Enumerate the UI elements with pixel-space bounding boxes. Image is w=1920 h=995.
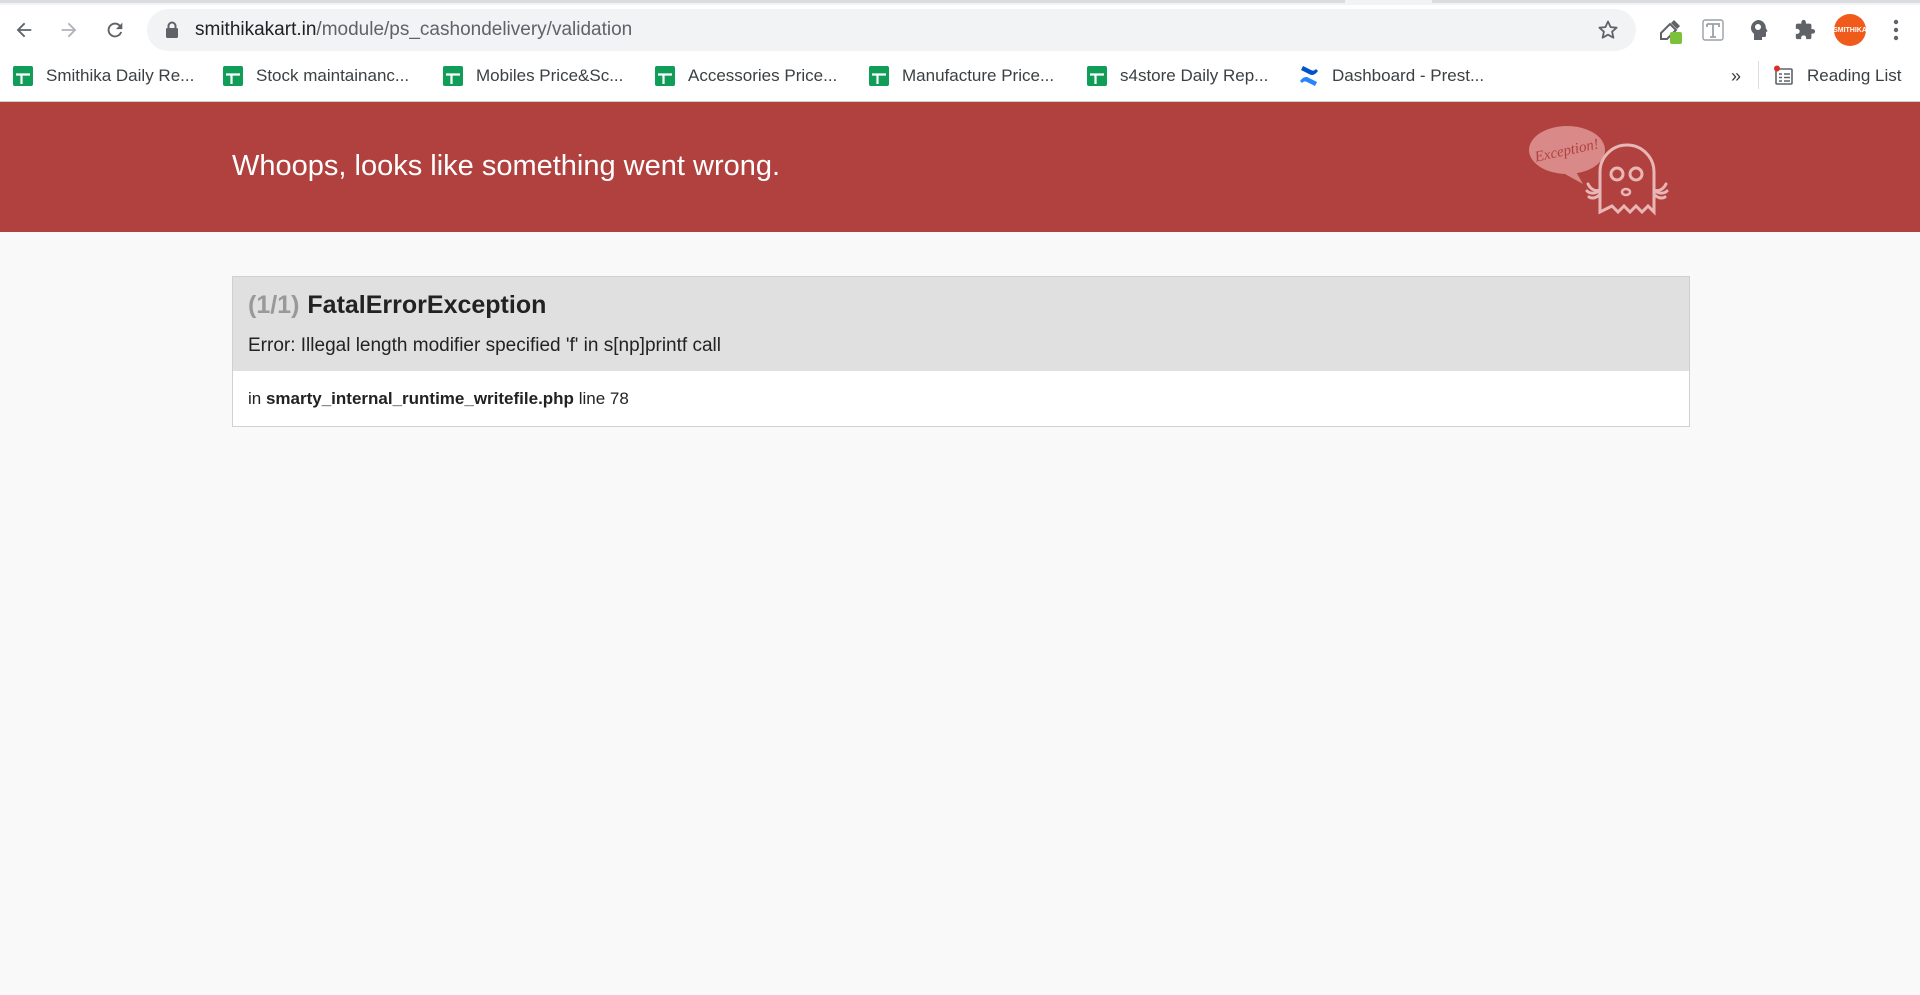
reload-button[interactable]	[99, 14, 131, 46]
sheets-icon	[13, 66, 33, 86]
bookmark-item[interactable]: s4store Daily Rep...	[1086, 63, 1268, 89]
bookmark-label: s4store Daily Rep...	[1120, 66, 1269, 85]
bookmark-item[interactable]: Accessories Price...	[654, 63, 837, 89]
head-profile-icon	[1751, 20, 1768, 40]
sheets-icon	[223, 66, 243, 86]
bookmark-item[interactable]: Mobiles Price&Sc...	[442, 63, 623, 89]
bookmark-star-icon[interactable]	[1596, 18, 1620, 42]
reading-list-icon	[1774, 65, 1793, 85]
bookmarks-overflow-button[interactable]: »	[1731, 63, 1741, 89]
bookmark-label: Smithika Daily Re...	[46, 66, 195, 85]
bookmark-item[interactable]: Stock maintainanc...	[222, 63, 409, 89]
sheets-icon	[1087, 66, 1107, 86]
url-text[interactable]: smithikakart.in/module/ps_cashondelivery…	[195, 19, 632, 41]
exception-panel: (1/1) FatalErrorException Error: Illegal …	[232, 276, 1690, 427]
bookmark-label: Mobiles Price&Sc...	[476, 66, 624, 85]
lock-icon	[166, 21, 178, 38]
bookmark-label: Stock maintainanc...	[256, 66, 410, 85]
exception-location: in smarty_internal_runtime_writefile.php…	[248, 389, 629, 409]
bookmark-item[interactable]: Dashboard - Prest...	[1298, 63, 1484, 89]
back-button[interactable]	[8, 14, 40, 46]
text-extension-button[interactable]	[1697, 14, 1729, 46]
sheets-icon	[443, 66, 463, 86]
confluence-icon	[1300, 66, 1318, 86]
bookmark-label: Accessories Price...	[688, 66, 838, 85]
exception-message: Error: Illegal length modifier specified…	[248, 335, 721, 356]
banner-title: Whoops, looks like something went wrong.	[232, 150, 781, 182]
bookmark-label: Manufacture Price...	[902, 66, 1055, 85]
exception-file: smarty_internal_runtime_writefile.php	[265, 389, 574, 408]
url-host: smithikakart.in	[195, 19, 317, 40]
bookmarks-divider	[1758, 61, 1759, 89]
bookmark-label: Dashboard - Prest...	[1332, 66, 1485, 85]
location-prefix: in	[248, 389, 262, 408]
exception-count: (1/1)	[248, 291, 300, 319]
reading-list-button[interactable]: Reading List	[1773, 63, 1902, 89]
arrow-left-icon	[16, 22, 32, 38]
reload-icon	[107, 22, 123, 38]
bookmark-item[interactable]: Manufacture Price...	[868, 63, 1054, 89]
forward-button[interactable]	[53, 14, 85, 46]
browser-menu-button[interactable]	[1880, 14, 1912, 46]
bookmarks-bar: Smithika Daily Re... Stock maintainanc..…	[0, 57, 1920, 91]
tab-strip	[0, 0, 1920, 5]
kebab-menu-icon	[1893, 19, 1899, 41]
url-path: /module/ps_cashondelivery/validation	[316, 19, 633, 40]
exception-ghost-logo: Exception!	[1529, 126, 1669, 216]
eyedropper-icon	[1660, 20, 1682, 44]
arrow-right-icon	[61, 22, 77, 38]
eyedropper-extension-button[interactable]	[1654, 14, 1686, 46]
address-bar[interactable]: smithikakart.in/module/ps_cashondelivery…	[147, 9, 1636, 51]
brain-extension-button[interactable]	[1743, 14, 1775, 46]
profile-avatar[interactable]: SMITHIKA	[1833, 14, 1867, 46]
reading-list-label: Reading List	[1807, 66, 1902, 85]
sheets-icon	[869, 66, 889, 86]
exception-title: (1/1) FatalErrorException	[248, 291, 546, 320]
extensions-button[interactable]	[1789, 14, 1821, 46]
text-t-icon	[1702, 19, 1724, 41]
puzzle-icon	[1795, 19, 1816, 40]
browser-chrome: smithikakart.in/module/ps_cashondelivery…	[0, 0, 1920, 102]
exception-class: FatalErrorException	[307, 291, 547, 319]
exception-header: (1/1) FatalErrorException Error: Illegal …	[233, 277, 1689, 371]
exception-line: line 78	[578, 389, 629, 408]
error-banner: Whoops, looks like something went wrong.…	[0, 102, 1920, 232]
sheets-icon	[655, 66, 675, 86]
bookmark-item[interactable]: Smithika Daily Re...	[12, 63, 194, 89]
